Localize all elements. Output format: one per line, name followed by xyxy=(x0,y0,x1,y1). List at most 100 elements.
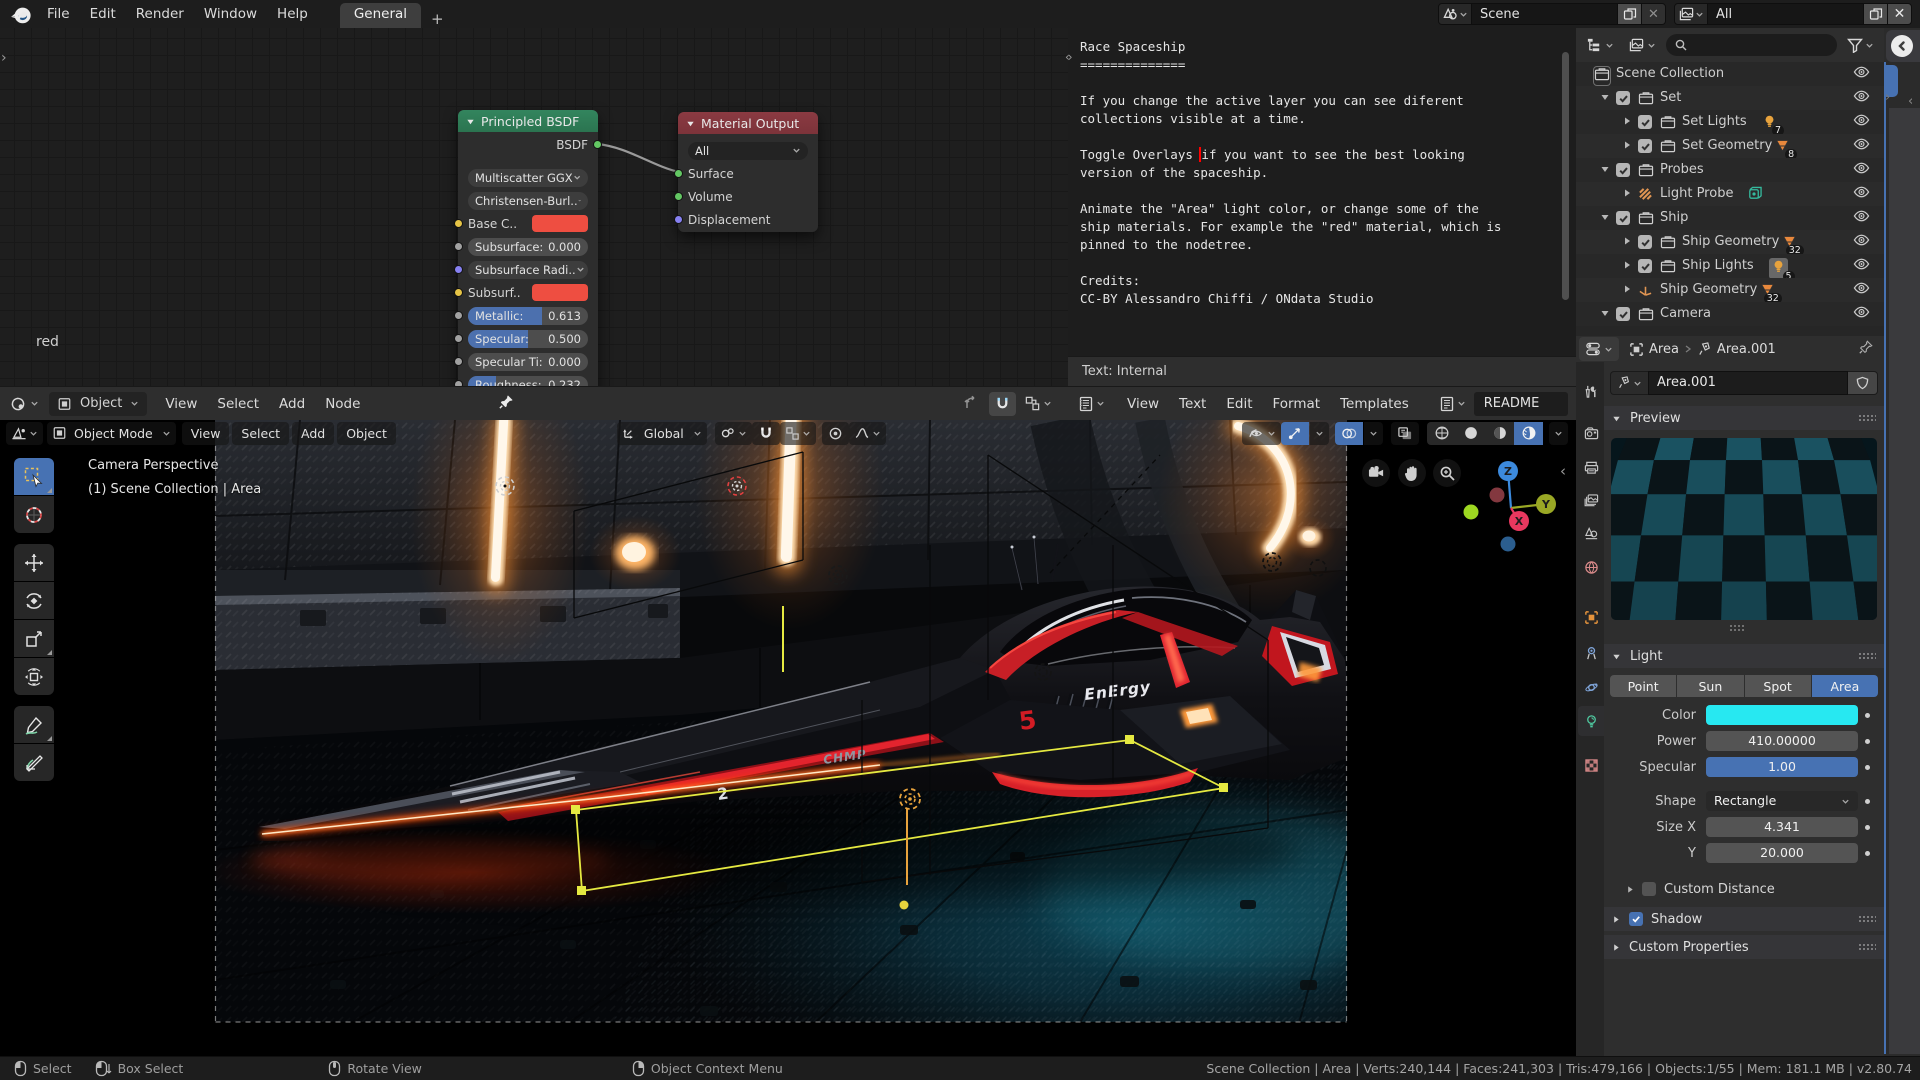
input-socket[interactable] xyxy=(674,169,683,178)
outliner-row-camera-10[interactable]: Camera xyxy=(1576,302,1884,326)
node-principled-bsdf[interactable]: Principled BSDF BSDF Multiscatter GGX Ch… xyxy=(458,110,598,386)
properties-tab-scene[interactable] xyxy=(1578,518,1604,548)
panel-custom-properties-header[interactable]: Custom Properties xyxy=(1604,935,1884,959)
overlays-toggle-icon[interactable] xyxy=(1335,422,1363,445)
outliner-row-ship-lights-8[interactable]: Ship Lights5 xyxy=(1576,254,1884,278)
node-row-specular[interactable]: Specular:0.500 xyxy=(468,329,588,348)
shader-menu-add[interactable]: Add xyxy=(269,390,315,418)
node-slider[interactable]: Subsurface:0.000 xyxy=(468,238,588,256)
outliner-row-ship-6[interactable]: Ship xyxy=(1576,206,1884,230)
input-socket[interactable] xyxy=(674,215,683,224)
light-id-name-field[interactable]: Area.001 xyxy=(1648,371,1848,395)
text-menu-edit[interactable]: Edit xyxy=(1216,390,1262,418)
disclosure-triangle[interactable] xyxy=(1622,283,1632,298)
outliner-item-label[interactable]: Ship Geometry xyxy=(1682,230,1779,254)
mode-dropdown[interactable]: Object Mode xyxy=(47,422,176,445)
scene-unlink-button[interactable]: ✕ xyxy=(1641,3,1665,25)
node-slider[interactable]: Metallic:0.613 xyxy=(468,307,588,325)
output-target-dropdown[interactable]: All xyxy=(688,142,808,160)
node-row-volume[interactable]: Volume xyxy=(688,187,808,206)
collection-checkbox[interactable] xyxy=(1638,115,1652,129)
outliner-item-label[interactable]: Probes xyxy=(1660,158,1704,182)
panel-drag-dots[interactable] xyxy=(1858,652,1876,660)
viewport-menu-add[interactable]: Add xyxy=(292,422,334,445)
distribution-dropdown[interactable]: Multiscatter GGX xyxy=(468,169,588,187)
hide-eye-icon[interactable] xyxy=(1853,210,1870,226)
outliner-search-input[interactable] xyxy=(1666,34,1837,56)
disclosure-triangle[interactable] xyxy=(1622,259,1632,274)
node-row-surface[interactable]: Surface xyxy=(688,164,808,183)
view-layer-copy-button[interactable] xyxy=(1863,3,1887,25)
menu-render[interactable]: Render xyxy=(126,6,194,22)
cursor-tool[interactable] xyxy=(14,496,54,533)
outliner-item-label[interactable]: Light Probe xyxy=(1660,182,1733,206)
gizmo-axis-y-neg[interactable] xyxy=(1464,505,1479,520)
collection-checkbox[interactable] xyxy=(1616,307,1630,321)
expand-region-button[interactable] xyxy=(1891,35,1913,57)
view-layer-icon[interactable] xyxy=(1675,3,1708,25)
pin-id-icon[interactable] xyxy=(1858,339,1874,359)
viewport-menu-view[interactable]: View xyxy=(182,422,230,445)
shading-material-icon[interactable] xyxy=(1485,422,1514,445)
outliner-item-label[interactable]: Ship Geometry xyxy=(1660,278,1757,302)
transform-orientation-dropdown[interactable]: Global xyxy=(617,422,707,445)
custom-distance-checkbox[interactable] xyxy=(1642,882,1656,896)
view-layer-name[interactable]: All xyxy=(1708,7,1863,22)
proportional-falloff-dropdown[interactable] xyxy=(849,422,886,445)
shader-menu-view[interactable]: View xyxy=(155,390,207,418)
light-type-point[interactable]: Point xyxy=(1610,675,1676,697)
editor-type-3d-icon[interactable] xyxy=(6,422,43,445)
menu-help[interactable]: Help xyxy=(267,6,318,22)
outliner-filter-kind-dropdown[interactable] xyxy=(1624,38,1660,53)
breadcrumb-object[interactable]: Area xyxy=(1649,342,1679,357)
panel-light-header[interactable]: Light xyxy=(1604,644,1884,668)
node-collapse-icon[interactable] xyxy=(466,117,475,126)
collection-checkbox[interactable] xyxy=(1616,91,1630,105)
transform-tool[interactable] xyxy=(14,658,54,695)
outliner-row-probes-4[interactable]: Probes xyxy=(1576,158,1884,182)
menu-file[interactable]: File xyxy=(37,6,80,22)
proportional-editing-icon[interactable] xyxy=(822,422,849,445)
text-editor-content[interactable]: Race Spaceship ============== If you cha… xyxy=(1068,28,1576,356)
outliner-filter-dropdown[interactable] xyxy=(1843,38,1878,53)
text-datablock-icon[interactable] xyxy=(1433,396,1472,412)
camera-view-button[interactable] xyxy=(1362,459,1390,487)
collection-checkbox[interactable] xyxy=(1638,259,1652,273)
rotate-tool[interactable] xyxy=(14,582,54,619)
annotate-tool[interactable] xyxy=(14,706,54,743)
hide-eye-icon[interactable] xyxy=(1853,162,1870,178)
move-tool[interactable] xyxy=(14,544,54,581)
panel-drag-dots[interactable] xyxy=(1858,915,1876,923)
collection-checkbox[interactable] xyxy=(1638,235,1652,249)
input-socket[interactable] xyxy=(454,265,463,274)
input-socket[interactable] xyxy=(454,311,463,320)
outliner-row-ship-geometry-7[interactable]: Ship Geometry32 xyxy=(1576,230,1884,254)
snap-magnet-icon[interactable] xyxy=(752,422,780,445)
outliner-item-label[interactable]: Set Geometry xyxy=(1682,134,1772,158)
light-id-icon-dropdown[interactable] xyxy=(1610,371,1648,395)
viewport-menu-select[interactable]: Select xyxy=(232,422,289,445)
text-scrollbar[interactable] xyxy=(1562,52,1569,300)
text-menu-text[interactable]: Text xyxy=(1169,390,1216,418)
visibility-dropdown[interactable] xyxy=(1242,422,1281,445)
hide-eye-icon[interactable] xyxy=(1853,306,1870,322)
snapping-pair-icon[interactable] xyxy=(715,422,752,445)
gizmo-axis-z-neg[interactable] xyxy=(1501,537,1516,552)
animate-dot[interactable] xyxy=(1865,739,1870,744)
datablock-badge-mesh[interactable]: 8 xyxy=(1775,138,1790,157)
color-swatch[interactable] xyxy=(532,284,588,301)
bsdf-output-socket[interactable] xyxy=(593,140,602,149)
properties-tab-world[interactable] xyxy=(1578,552,1604,582)
hide-eye-icon[interactable] xyxy=(1853,66,1870,82)
shader-type-dropdown[interactable]: Object xyxy=(49,392,147,416)
scene-name[interactable]: Scene xyxy=(1472,7,1617,22)
input-socket[interactable] xyxy=(674,192,683,201)
collection-checkbox[interactable] xyxy=(1616,211,1630,225)
animate-dot[interactable] xyxy=(1865,825,1870,830)
input-socket[interactable] xyxy=(454,288,463,297)
panel-shadow-header[interactable]: Shadow xyxy=(1604,907,1884,931)
panel-drag-dots[interactable] xyxy=(1858,414,1876,422)
properties-tab-tool[interactable] xyxy=(1578,376,1604,406)
animate-dot[interactable] xyxy=(1865,799,1870,804)
hide-eye-icon[interactable] xyxy=(1853,114,1870,130)
